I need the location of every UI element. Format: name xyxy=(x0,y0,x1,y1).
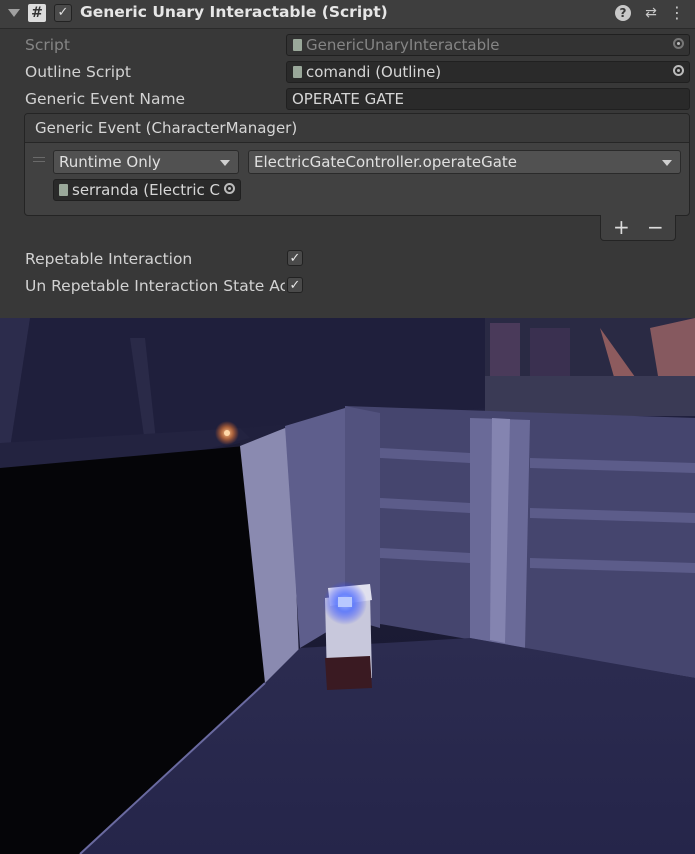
script-value: GenericUnaryInteractable xyxy=(306,36,500,54)
script-label: Script xyxy=(25,36,70,54)
component-asset-icon xyxy=(293,66,302,78)
component-title: Generic Unary Interactable (Script) xyxy=(80,3,388,21)
remove-listener-button[interactable]: − xyxy=(647,215,664,239)
component-enabled-toggle[interactable]: ✓ xyxy=(54,4,72,22)
event-list-buttons: + − xyxy=(600,215,676,241)
script-hash-icon: # xyxy=(28,4,46,22)
drag-handle-icon[interactable] xyxy=(33,157,45,165)
preset-sliders-icon[interactable]: ⇄ xyxy=(642,4,660,22)
unity-event-title: Generic Event (CharacterManager) xyxy=(35,119,298,137)
generic-event-name-input[interactable]: OPERATE GATE xyxy=(286,88,690,110)
function-dropdown[interactable]: ElectricGateController.operateGate xyxy=(248,150,681,174)
outline-script-field[interactable]: comandi (Outline) xyxy=(286,61,690,83)
outline-script-label: Outline Script xyxy=(25,63,131,81)
add-listener-button[interactable]: + xyxy=(613,215,630,239)
outline-script-value: comandi (Outline) xyxy=(306,63,442,81)
repeatable-interaction-label: Repetable Interaction xyxy=(25,250,193,268)
kebab-menu-icon[interactable]: ⋮ xyxy=(668,4,686,22)
object-picker-icon[interactable] xyxy=(673,65,684,76)
unity-event-header: Generic Event (CharacterManager) xyxy=(25,114,689,143)
event-target-value: serranda (Electric C xyxy=(72,181,220,199)
script-asset-icon xyxy=(293,39,302,51)
component-asset-icon xyxy=(59,184,68,196)
scene-render-image xyxy=(0,318,695,854)
object-picker-icon xyxy=(673,38,684,49)
unity-event-box: Generic Event (CharacterManager) Runtime… xyxy=(24,113,690,216)
call-state-value: Runtime Only xyxy=(59,153,161,171)
help-icon[interactable]: ? xyxy=(615,5,631,21)
repeatable-interaction-checkbox[interactable]: ✓ xyxy=(287,250,303,266)
call-state-dropdown[interactable]: Runtime Only xyxy=(53,150,239,174)
unrepeatable-state-checkbox[interactable]: ✓ xyxy=(287,277,303,293)
gate-button xyxy=(338,597,352,607)
inspector-panel: # ✓ Generic Unary Interactable (Script) … xyxy=(0,0,695,318)
component-header[interactable]: # ✓ Generic Unary Interactable (Script) … xyxy=(0,0,695,29)
event-target-field[interactable]: serranda (Electric C xyxy=(53,179,241,201)
script-field: GenericUnaryInteractable xyxy=(286,34,690,56)
chevron-down-icon xyxy=(220,160,230,166)
object-picker-icon[interactable] xyxy=(224,183,235,194)
chevron-down-icon xyxy=(662,160,672,166)
scene-view[interactable] xyxy=(0,318,695,854)
generic-event-name-label: Generic Event Name xyxy=(25,90,186,108)
unrepeatable-state-label: Un Repetable Interaction State Act xyxy=(25,277,285,295)
function-value: ElectricGateController.operateGate xyxy=(254,153,518,171)
foldout-arrow-icon[interactable] xyxy=(8,9,20,17)
